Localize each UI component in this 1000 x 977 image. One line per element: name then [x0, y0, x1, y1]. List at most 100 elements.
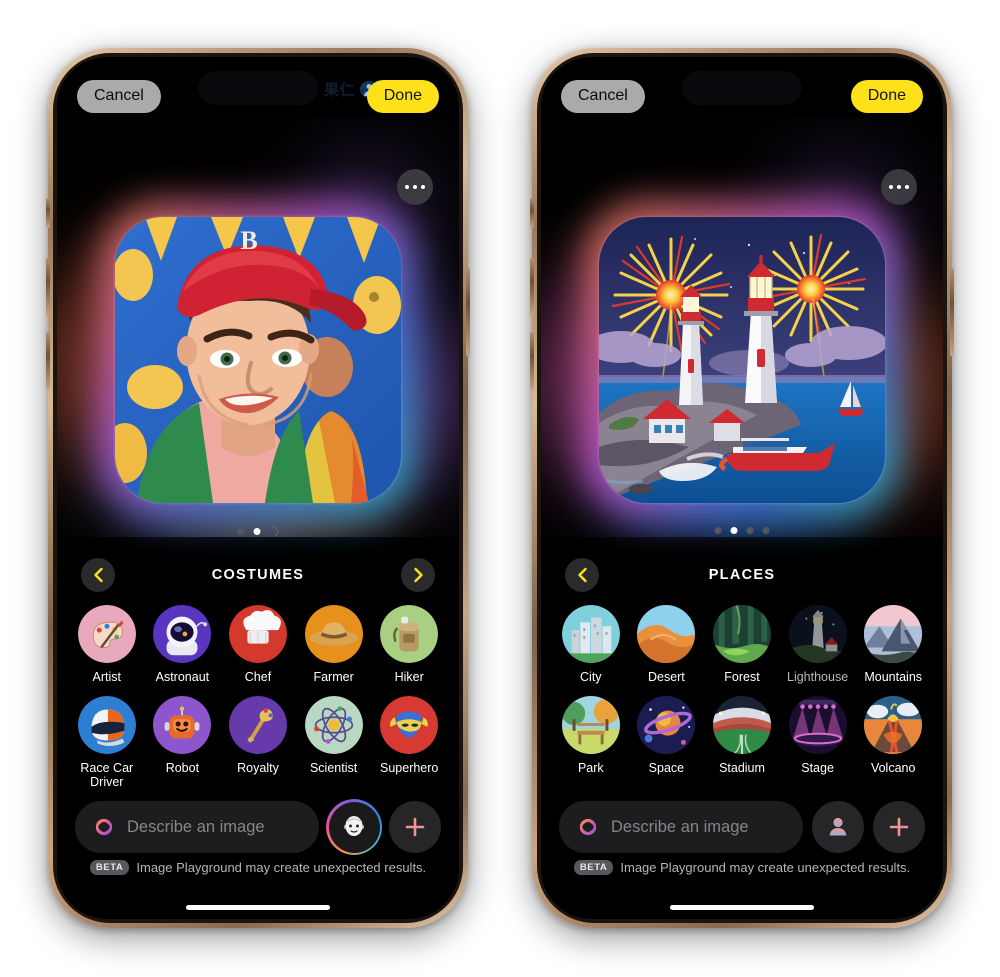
describe-image-input[interactable]: Describe an image — [559, 801, 803, 853]
planet-icon — [637, 696, 696, 754]
grid-item-space[interactable]: Space — [629, 696, 705, 775]
beta-disclaimer: Image Playground may create unexpected r… — [620, 860, 911, 875]
ellipsis-icon — [404, 184, 410, 190]
grid-item-forest[interactable]: Forest — [704, 605, 780, 684]
page-dot[interactable] — [762, 527, 770, 534]
category-next-button[interactable] — [401, 558, 435, 592]
phone-left: 果仁 Cancel Done B COSTUMES Artist Astrona… — [46, 48, 470, 928]
category-header-left: COSTUMES — [57, 555, 459, 595]
city-skyline-icon — [561, 605, 620, 663]
grid-item-label: Hiker — [394, 670, 424, 684]
cancel-button[interactable]: Cancel — [561, 79, 645, 113]
hiker-backpack-icon — [380, 605, 439, 663]
grid-item-label: Mountains — [864, 670, 923, 684]
home-indicator[interactable] — [670, 905, 814, 910]
person-icon — [829, 817, 847, 836]
grid-item-label: Volcano — [870, 761, 916, 775]
screenshot-stage: 果仁 Cancel Done B COSTUMES Artist Astrona… — [0, 0, 1000, 977]
grid-item-lighthouse[interactable]: Lighthouse — [780, 605, 856, 684]
page-dot-active[interactable] — [253, 528, 261, 535]
beta-disclaimer: Image Playground may create unexpected r… — [136, 860, 427, 875]
stage-lights-icon — [788, 696, 847, 754]
grid-item-stadium[interactable]: Stadium — [704, 696, 780, 775]
generated-image-card[interactable] — [583, 201, 901, 519]
superhero-mask-icon — [380, 696, 439, 754]
ellipsis-icon — [896, 184, 902, 190]
grid-item-chef[interactable]: Chef — [220, 605, 296, 684]
volume-up-button[interactable] — [530, 258, 534, 316]
category-prev-button[interactable] — [565, 558, 599, 592]
grid-item-park[interactable]: Park — [553, 696, 629, 775]
grid-item-superhero[interactable]: Superhero — [371, 696, 447, 789]
grid-item-label: Race Car Driver — [80, 761, 134, 789]
park-bench-icon — [561, 696, 620, 754]
grid-item-volcano[interactable]: Volcano — [855, 696, 931, 775]
grid-item-label: Robot — [165, 761, 200, 775]
grid-item-farmer[interactable]: Farmer — [296, 605, 372, 684]
desert-dune-icon — [637, 605, 696, 663]
costume-grid: Artist Astronaut Chef Farmer Hiker Race … — [57, 605, 459, 789]
grid-item-label: Scientist — [309, 761, 358, 775]
beta-notice-left: BETA Image Playground may create unexpec… — [57, 860, 459, 875]
beta-notice-right: BETA Image Playground may create unexpec… — [541, 860, 943, 875]
person-avatar-button[interactable] — [812, 801, 864, 853]
action-button[interactable] — [530, 198, 534, 228]
ellipsis-icon — [888, 184, 894, 190]
grid-item-city[interactable]: City — [553, 605, 629, 684]
power-button[interactable] — [466, 268, 470, 356]
generated-image-portrait[interactable]: B — [115, 217, 401, 503]
generated-image-lighthouse[interactable] — [599, 217, 885, 503]
mountains-icon — [864, 605, 923, 663]
grid-item-label: Desert — [647, 670, 685, 684]
more-options-button[interactable] — [881, 169, 917, 205]
grid-item-stage[interactable]: Stage — [780, 696, 856, 775]
generated-image-card[interactable]: B — [99, 201, 417, 519]
ellipsis-icon — [412, 184, 418, 190]
page-indicator-left[interactable] — [237, 525, 281, 538]
astronaut-helmet-icon — [153, 605, 212, 663]
preview-area-right — [541, 117, 943, 537]
page-dot[interactable] — [746, 527, 754, 534]
grid-item-royalty[interactable]: Royalty — [220, 696, 296, 789]
page-indicator-right[interactable] — [714, 527, 770, 534]
grid-item-astronaut[interactable]: Astronaut — [145, 605, 221, 684]
playground-atom-icon — [95, 818, 113, 836]
grid-item-label: Farmer — [313, 670, 354, 684]
done-button[interactable]: Done — [366, 79, 439, 113]
page-dot[interactable] — [714, 527, 722, 534]
artist-palette-icon — [77, 605, 136, 663]
grid-item-artist[interactable]: Artist — [69, 605, 145, 684]
grid-item-scientist[interactable]: Scientist — [296, 696, 372, 789]
action-button[interactable] — [46, 198, 50, 228]
describe-image-input[interactable]: Describe an image — [75, 801, 319, 853]
add-image-button[interactable] — [873, 801, 925, 853]
page-dot[interactable] — [237, 528, 245, 535]
power-button[interactable] — [950, 268, 954, 356]
grid-item-hiker[interactable]: Hiker — [371, 605, 447, 684]
grid-item-robot[interactable]: Robot — [145, 696, 221, 789]
grid-item-label: Chef — [244, 670, 272, 684]
category-title: PLACES — [708, 567, 776, 583]
done-button[interactable]: Done — [850, 79, 923, 113]
volume-up-button[interactable] — [46, 258, 50, 316]
category-prev-button[interactable] — [81, 558, 115, 592]
describe-image-placeholder: Describe an image — [611, 817, 749, 836]
grid-item-desert[interactable]: Desert — [629, 605, 705, 684]
category-header-right: PLACES — [541, 555, 943, 595]
more-options-button[interactable] — [397, 169, 433, 205]
home-indicator[interactable] — [186, 905, 330, 910]
chevron-left-icon — [577, 567, 587, 583]
grid-item-race-car-driver[interactable]: Race Car Driver — [69, 696, 145, 789]
volume-down-button[interactable] — [46, 332, 50, 390]
page-dot-active[interactable] — [730, 527, 738, 534]
add-image-button[interactable] — [389, 801, 441, 853]
phone-screen-right: Cancel Done PLACES City Desert Forest Li… — [541, 57, 943, 919]
person-avatar-button[interactable] — [326, 799, 382, 855]
grid-item-mountains[interactable]: Mountains — [855, 605, 931, 684]
describe-image-placeholder: Describe an image — [127, 817, 265, 836]
category-title: COSTUMES — [211, 567, 305, 583]
grid-item-label: Royalty — [237, 761, 279, 775]
cancel-button[interactable]: Cancel — [77, 79, 161, 113]
volume-down-button[interactable] — [530, 332, 534, 390]
atom-icon — [304, 696, 363, 754]
